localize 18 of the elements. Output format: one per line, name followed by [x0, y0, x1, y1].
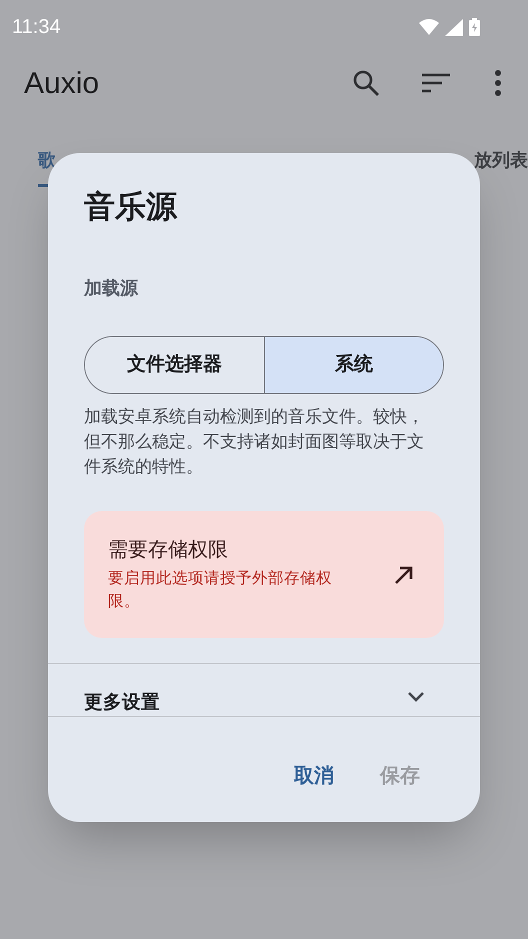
permission-card[interactable]: 需要存储权限 要启用此选项请授予外部存储权限。 — [84, 511, 444, 638]
signal-icon — [445, 18, 463, 36]
arrow-icon — [394, 564, 414, 584]
dialog-button[interactable]: 取消 — [294, 761, 334, 791]
wifi-icon — [419, 19, 439, 35]
app-title: Auxio — [24, 66, 100, 102]
dialog-title: 音乐源 — [84, 188, 178, 226]
section-label: 加载源 — [84, 277, 140, 300]
sort-icon[interactable] — [422, 73, 450, 93]
search-icon[interactable] — [352, 69, 380, 97]
more-icon[interactable] — [494, 70, 502, 96]
permission-message: 要启用此选项请授予外部存储权限。 — [108, 568, 333, 612]
source-option[interactable]: 系统 — [264, 337, 443, 393]
battery-icon — [469, 18, 480, 36]
status-time: 11:34 — [12, 15, 61, 40]
permission-title: 需要存储权限 — [108, 538, 229, 562]
description-text: 加载安卓系统自动检测到的音乐文件。较快，但不那么稳定。不支持诸如封面图等取决于文件系统的特性。 — [84, 406, 425, 478]
more-settings-row[interactable]: 更多设置 — [48, 664, 480, 716]
